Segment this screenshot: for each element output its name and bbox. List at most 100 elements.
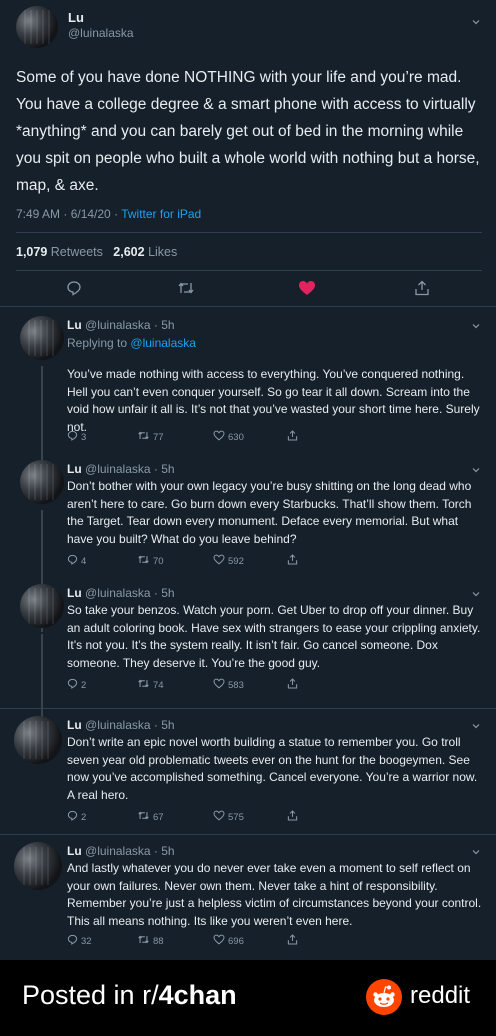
chevron-down-icon[interactable] — [472, 18, 480, 26]
handle-time[interactable]: @luinalaska · 5h — [85, 586, 175, 600]
like-button[interactable]: 575 — [213, 810, 244, 824]
retweet-button[interactable]: 88 — [137, 934, 164, 948]
like-count: 592 — [228, 555, 244, 567]
reply-icon — [67, 554, 78, 568]
reply-button[interactable]: 4 — [67, 554, 86, 568]
reply-button[interactable]: 3 — [67, 430, 86, 444]
reply-button[interactable]: 32 — [67, 934, 92, 948]
reply-count: 2 — [81, 679, 87, 691]
reddit-wordmark: reddit — [410, 982, 471, 1009]
footer-text: Posted in r/4chan — [22, 980, 237, 1011]
reply-tweet[interactable]: Lu @luinalaska · 5h So take your benzos.… — [0, 584, 496, 756]
footer-banner: Posted in r/4chan reddit — [0, 960, 496, 1036]
source-link[interactable]: Twitter for iPad — [121, 207, 201, 221]
display-name[interactable]: Lu — [67, 318, 82, 332]
display-name[interactable]: Lu — [68, 10, 84, 25]
handle[interactable]: @luinalaska — [68, 26, 134, 40]
handle-time[interactable]: @luinalaska · 5h — [85, 718, 175, 732]
divider — [0, 306, 496, 307]
share-icon — [287, 430, 298, 444]
subreddit-name[interactable]: 4chan — [159, 980, 237, 1010]
share-button[interactable] — [287, 554, 298, 568]
avatar[interactable] — [14, 842, 62, 890]
reply-tweet[interactable]: Lu @luinalaska · 5h Don’t bother with yo… — [0, 460, 496, 632]
retweet-count: 74 — [153, 679, 164, 691]
replying-handle[interactable]: @luinalaska — [130, 336, 196, 350]
share-button[interactable] — [412, 278, 432, 298]
reply-actions: 3 77 630 — [67, 430, 327, 444]
avatar[interactable] — [20, 460, 64, 504]
share-icon — [287, 678, 298, 692]
display-name[interactable]: Lu — [67, 844, 82, 858]
like-button[interactable]: 583 — [213, 678, 244, 692]
avatar[interactable] — [16, 6, 58, 48]
handle-time[interactable]: @luinalaska · 5h — [85, 462, 175, 476]
reply-actions: 2 67 575 — [67, 810, 327, 824]
reply-actions: 32 88 696 — [67, 934, 327, 948]
reply-tweet[interactable]: Lu @luinalaska · 5h And lastly whatever … — [0, 842, 496, 972]
retweet-button[interactable]: 70 — [137, 554, 164, 568]
like-count: 630 — [228, 431, 244, 443]
share-icon — [287, 810, 298, 824]
like-button[interactable]: 630 — [213, 430, 244, 444]
retweets-count[interactable]: 1,079 — [16, 245, 47, 259]
tweet-meta: 7:49 AM · 6/14/20 · Twitter for iPad — [16, 207, 201, 221]
handle-time[interactable]: @luinalaska · 5h — [85, 844, 175, 858]
reply-tweet[interactable]: Lu @luinalaska · 5h Don’t write an epic … — [0, 716, 496, 846]
retweet-button[interactable]: 77 — [137, 430, 164, 444]
heart-icon — [213, 934, 225, 948]
chevron-down-icon[interactable] — [472, 590, 480, 598]
tweet-stats: 1,079 Retweets 2,602 Likes — [16, 245, 177, 259]
reddit-logo-icon[interactable] — [366, 979, 402, 1015]
chevron-down-icon[interactable] — [472, 848, 480, 856]
timestamp: 7:49 AM · 6/14/20 · — [16, 207, 119, 221]
share-icon — [287, 554, 298, 568]
reply-button[interactable]: 2 — [67, 810, 86, 824]
handle-time[interactable]: @luinalaska · 5h — [85, 318, 175, 332]
reply-count: 4 — [81, 555, 87, 567]
reply-header: Lu @luinalaska · 5h — [67, 844, 175, 858]
retweet-count: 77 — [153, 431, 164, 443]
retweet-button[interactable] — [176, 278, 196, 298]
like-count: 583 — [228, 679, 244, 691]
tweet-text: Some of you have done NOTHING with your … — [16, 69, 480, 194]
reddit-alien-icon — [373, 985, 395, 1007]
display-name[interactable]: Lu — [67, 462, 82, 476]
retweet-count: 88 — [153, 935, 164, 947]
reply-button[interactable] — [64, 278, 84, 298]
chevron-down-icon[interactable] — [472, 322, 480, 330]
reply-tweet[interactable]: Lu @luinalaska · 5h Replying to @luinala… — [0, 316, 496, 470]
share-button[interactable] — [287, 934, 298, 948]
reply-count: 3 — [81, 431, 87, 443]
like-button[interactable] — [297, 278, 317, 298]
likes-label[interactable]: Likes — [148, 245, 177, 259]
retweet-count: 70 — [153, 555, 164, 567]
display-name[interactable]: Lu — [67, 718, 82, 732]
display-name[interactable]: Lu — [67, 586, 82, 600]
retweet-count: 67 — [153, 811, 164, 823]
retweet-icon — [137, 934, 150, 948]
share-button[interactable] — [287, 810, 298, 824]
share-button[interactable] — [287, 430, 298, 444]
retweet-button[interactable]: 74 — [137, 678, 164, 692]
tweet-actions — [0, 278, 496, 302]
share-button[interactable] — [287, 678, 298, 692]
reply-button[interactable]: 2 — [67, 678, 86, 692]
retweets-label[interactable]: Retweets — [51, 245, 103, 259]
share-icon — [287, 934, 298, 948]
heart-fill — [299, 281, 315, 295]
avatar[interactable] — [20, 316, 64, 360]
chevron-down-icon[interactable] — [472, 722, 480, 730]
retweet-button[interactable]: 67 — [137, 810, 164, 824]
like-button[interactable]: 592 — [213, 554, 244, 568]
reply-count: 32 — [81, 935, 92, 947]
avatar[interactable] — [20, 584, 64, 628]
likes-count[interactable]: 2,602 — [113, 245, 144, 259]
chevron-down-icon[interactable] — [472, 466, 480, 474]
like-button[interactable]: 696 — [213, 934, 244, 948]
replying-prefix: Replying to — [67, 336, 128, 350]
divider — [16, 232, 482, 233]
avatar[interactable] — [14, 716, 62, 764]
reply-icon — [67, 810, 78, 824]
heart-icon — [213, 678, 225, 692]
